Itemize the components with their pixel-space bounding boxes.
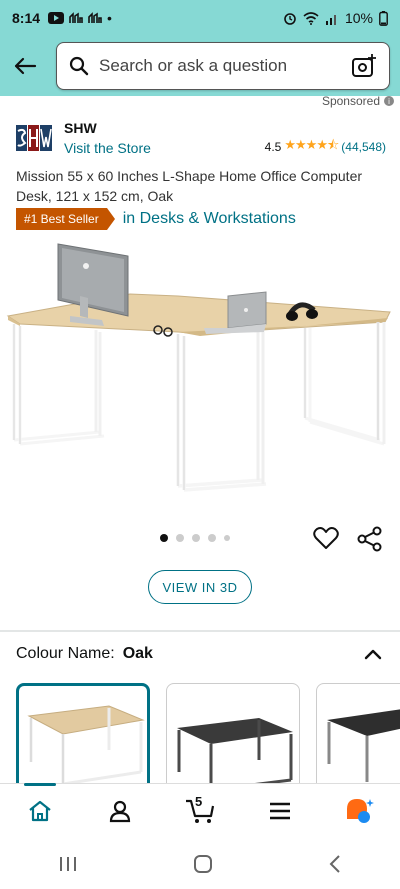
best-seller-category[interactable]: in Desks & Workstations — [123, 210, 296, 228]
back-button-icon[interactable] — [328, 854, 342, 874]
system-navigation — [0, 839, 400, 889]
status-dot: • — [107, 10, 112, 26]
visit-store-link[interactable]: Visit the Store — [64, 140, 151, 156]
nav-account[interactable] — [100, 791, 140, 831]
brand-row: SHW Visit the Store 4.5 ★★★★⯪ (44,548) — [16, 118, 386, 158]
notification-icon — [69, 12, 83, 23]
black-grey-desk-thumbnail — [327, 709, 400, 782]
carousel-dot[interactable] — [160, 534, 168, 542]
nav-rufus[interactable] — [340, 791, 380, 831]
chevron-up-icon[interactable] — [364, 648, 382, 660]
battery-icon — [379, 10, 388, 26]
colour-label: Colour Name: — [16, 645, 115, 662]
rufus-icon — [347, 798, 374, 823]
carousel-dot[interactable] — [176, 534, 184, 542]
bottom-navigation: 5 — [0, 782, 400, 837]
signal-icon — [325, 14, 336, 25]
status-left-icons: • — [48, 10, 112, 26]
swatch-black-grey[interactable] — [316, 683, 400, 783]
status-bar: 8:14 • 10% — [0, 0, 400, 36]
wifi-icon — [303, 11, 319, 25]
back-arrow-icon — [14, 57, 37, 75]
search-icon — [69, 56, 89, 76]
carousel-dot[interactable] — [192, 534, 200, 542]
status-right-icons: 10% — [283, 10, 388, 26]
colour-swatches — [16, 683, 400, 783]
best-seller-badge: #1 Best Seller — [16, 208, 115, 230]
search-header: Search or ask a question — [0, 36, 400, 96]
sponsored-label[interactable]: Sponsored i — [322, 94, 394, 108]
search-input[interactable]: Search or ask a question — [56, 42, 390, 90]
camera-search-icon[interactable] — [351, 53, 377, 79]
product-title: Mission 55 x 60 Inches L-Shape Home Offi… — [16, 168, 363, 204]
oak-desk-thumbnail — [27, 705, 145, 783]
view-in-3d-button[interactable]: VIEW IN 3D — [148, 570, 252, 604]
swatch-oak[interactable] — [16, 683, 150, 783]
colour-selector-header[interactable]: Colour Name: Oak — [16, 645, 382, 663]
product-image[interactable] — [0, 236, 400, 516]
carousel-dot[interactable] — [224, 535, 230, 541]
nav-menu[interactable] — [260, 791, 300, 831]
battery-text: 10% — [344, 10, 373, 26]
home-button-icon[interactable] — [193, 854, 213, 874]
recent-apps-icon[interactable] — [58, 855, 78, 873]
star-rating-icon: ★★★★⯪ — [284, 137, 339, 152]
menu-icon — [270, 802, 290, 819]
nav-cart[interactable]: 5 — [180, 791, 220, 831]
black-desk-thumbnail — [177, 718, 293, 783]
home-icon — [29, 800, 51, 821]
notification-icon — [88, 12, 102, 23]
youtube-icon — [48, 12, 65, 24]
rating[interactable]: 4.5 ★★★★⯪ (44,548) — [265, 136, 386, 158]
account-icon — [109, 800, 131, 822]
heart-icon[interactable] — [313, 526, 339, 550]
rating-value: 4.5 — [264, 140, 282, 154]
image-carousel-dots[interactable] — [160, 534, 230, 542]
share-icon[interactable] — [357, 526, 383, 552]
info-icon: i — [384, 96, 394, 106]
colour-value: Oak — [122, 645, 153, 662]
brand-logo[interactable] — [16, 125, 52, 151]
brand-name: SHW — [64, 120, 97, 136]
section-divider — [0, 630, 400, 632]
brand-text: SHW Visit the Store — [64, 120, 151, 156]
rating-count[interactable]: (44,548) — [341, 140, 386, 154]
swatch-black[interactable] — [166, 683, 300, 783]
status-time: 8:14 — [12, 10, 41, 26]
back-button[interactable] — [10, 51, 40, 81]
carousel-dot[interactable] — [208, 534, 216, 542]
alarm-icon — [284, 13, 296, 25]
sponsored-text: Sponsored — [321, 94, 380, 108]
nav-home[interactable] — [20, 782, 60, 831]
search-placeholder: Search or ask a question — [99, 56, 288, 75]
cart-count: 5 — [195, 793, 203, 809]
best-seller-row[interactable]: #1 Best Seller in Desks & Workstations — [16, 208, 296, 230]
